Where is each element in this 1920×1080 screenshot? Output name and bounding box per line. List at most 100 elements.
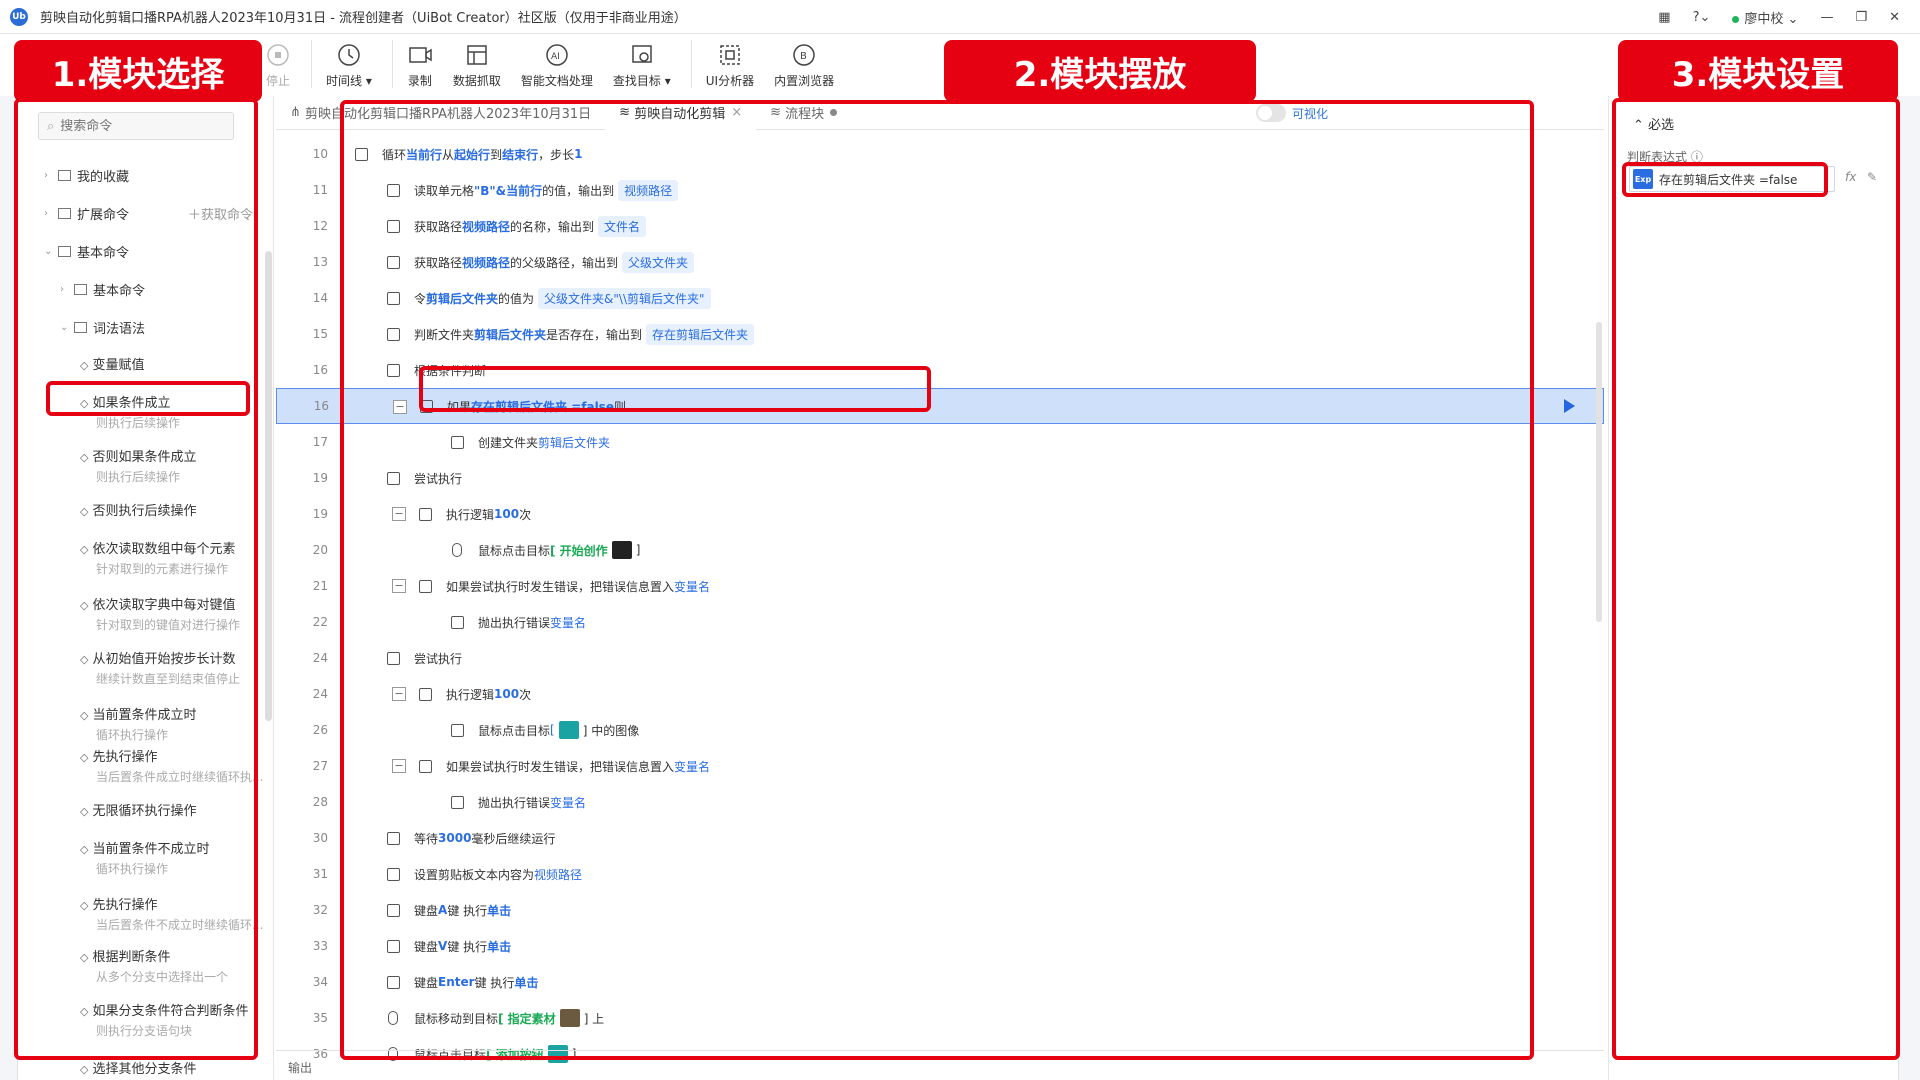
command-item[interactable]: ◇ 如果条件成立 [80, 392, 170, 411]
close-icon[interactable]: ✕ [1889, 10, 1900, 25]
tree-syntax[interactable]: ⌄ 词法语法 [60, 318, 145, 337]
line-number: 13 [312, 255, 328, 269]
flow-row[interactable]: 15 判断文件夹 剪辑后文件夹 是否存在，输出到 存在剪辑后文件夹 [276, 316, 1604, 352]
flow-row-selected[interactable]: 16 如果 存在剪辑后文件夹 =false 则 − [276, 388, 1604, 424]
flow-row[interactable]: 21 如果尝试执行时发生错误，把错误信息置入 变量名 − [276, 568, 1604, 604]
editor-scrollbar[interactable] [1596, 322, 1602, 622]
flow-row[interactable]: 22 抛出执行错误 变量名 [276, 604, 1604, 640]
flow-row[interactable]: 30 等待 3000 毫秒后继续运行 [276, 820, 1604, 856]
restore-icon[interactable]: ❐ [1855, 10, 1867, 25]
ui-analyzer-icon [720, 45, 740, 65]
label-module-select: 1.模块选择 [14, 40, 262, 102]
command-item[interactable]: ◇ 如果分支条件符合判断条件 [80, 1000, 248, 1019]
run-row-icon[interactable] [1564, 399, 1575, 413]
tree-favorites[interactable]: › 我的收藏 [44, 166, 129, 185]
flow-row[interactable]: 16 根据条件判断 [276, 352, 1604, 388]
command-icon [384, 361, 402, 379]
tab-flow-block[interactable]: ≋ 剪映自动化剪辑 × [605, 95, 757, 130]
flow-row[interactable]: 32 键盘 A 键 执行 单击 [276, 892, 1604, 928]
command-item[interactable]: ◇ 先执行操作 [80, 894, 157, 913]
tab-project[interactable]: ⋔ 剪映自动化剪辑口播RPA机器人2023年10月31日 [276, 96, 605, 130]
flow-row[interactable]: 17 创建文件夹 剪辑后文件夹 [276, 424, 1604, 460]
flow-row[interactable]: 28 抛出执行错误 变量名 [276, 784, 1604, 820]
search-box[interactable]: ⌕ [38, 112, 234, 140]
flow-row[interactable]: 31 设置剪贴板文本内容为 视频路径 [276, 856, 1604, 892]
flow-row[interactable]: 33 键盘 V 键 执行 单击 [276, 928, 1604, 964]
flow-row[interactable]: 19 尝试执行 [276, 460, 1604, 496]
command-icon [384, 865, 402, 883]
command-item[interactable]: ◇ 选择其他分支条件 [80, 1058, 196, 1077]
material-thumb-icon [559, 1009, 580, 1027]
line-number: 20 [312, 543, 328, 557]
flow-row[interactable]: 12 获取路径 视频路径 的名称，输出到 文件名 [276, 208, 1604, 244]
built-in-browser-button[interactable]: B 内置浏览器 [774, 36, 834, 89]
get-command-button[interactable]: ＋ 获取命令 [188, 204, 253, 223]
visual-toggle[interactable]: 可视化 [1256, 104, 1328, 122]
minimize-icon[interactable]: — [1820, 10, 1833, 25]
command-item[interactable]: ◇ 否则执行后续操作 [80, 500, 196, 519]
flow-row[interactable]: 13 获取路径 视频路径 的父级路径，输出到 父级文件夹 [276, 244, 1604, 280]
search-input[interactable] [60, 118, 221, 134]
find-target-button[interactable]: 查找目标 ▾ [613, 36, 671, 89]
flow-row[interactable]: 10 循环 当前行 从 起始行 到 结束行 ，步长 1 [276, 136, 1604, 172]
line-number: 30 [312, 831, 328, 845]
flow-row[interactable]: 35 鼠标移动到目标 [ 指定素材 ] 上 [276, 1000, 1604, 1036]
tab-block[interactable]: ≋ 流程块 [756, 96, 851, 130]
fx-button[interactable]: fx [1845, 170, 1856, 184]
command-icon [384, 649, 402, 667]
edit-icon[interactable]: ✎ [1867, 170, 1877, 184]
flow-row[interactable]: 19 执行逻辑 100 次 − [276, 496, 1604, 532]
command-item[interactable]: ◇ 当前置条件不成立时 [80, 838, 209, 857]
unsaved-dot-icon [830, 109, 838, 116]
flow-row[interactable]: 27 如果尝试执行时发生错误，把错误信息置入 变量名 − [276, 748, 1604, 784]
command-item[interactable]: ◇ 从初始值开始按步长计数 [80, 648, 235, 667]
tree-basic[interactable]: ⌄ 基本命令 [44, 242, 129, 261]
collapse-icon[interactable]: − [392, 579, 406, 593]
timeline-button[interactable]: 时间线 ▾ [326, 36, 372, 89]
collapse-icon[interactable]: − [393, 400, 407, 414]
help-icon[interactable]: ?⌄ [1693, 10, 1711, 25]
collapse-icon[interactable]: − [392, 759, 406, 773]
tree-basic-sub[interactable]: › 基本命令 [60, 280, 145, 299]
left-scrollbar[interactable] [265, 251, 272, 721]
data-grab-button[interactable]: 数据抓取 [453, 36, 501, 89]
command-item[interactable]: ◇ 否则如果条件成立 [80, 446, 196, 465]
command-item[interactable]: ◇ 当前置条件成立时 [80, 704, 196, 723]
collapse-icon[interactable]: − [392, 687, 406, 701]
command-desc: 则执行分支语句块 [96, 1024, 193, 1038]
flow-row[interactable]: 24 尝试执行 [276, 640, 1604, 676]
flow-row[interactable]: 24 执行逻辑 100 次 − [276, 676, 1604, 712]
command-icon [417, 397, 435, 415]
flow-row[interactable]: 11 读取单元格 "B"&当前行 的值，输出到 视频路径 [276, 172, 1604, 208]
output-panel[interactable]: 输出 [276, 1050, 1604, 1080]
flow-row[interactable]: 34 键盘 Enter 键 执行 单击 [276, 964, 1604, 1000]
ui-analyzer-button[interactable]: UI分析器 [706, 36, 754, 89]
command-item[interactable]: ◇ 变量赋值 [80, 354, 144, 373]
section-required[interactable]: ⌃ 必选 [1633, 114, 1674, 133]
stop-button[interactable]: 停止 [265, 36, 291, 89]
diamond-icon: ◇ [80, 505, 89, 518]
command-item[interactable]: ◇ 依次读取数组中每个元素 [80, 538, 235, 557]
command-icon [384, 181, 402, 199]
flow-row[interactable]: 14 令 剪辑后文件夹 的值为 父级文件夹&"\\剪辑后文件夹" [276, 280, 1604, 316]
layout-icon[interactable]: ▦ [1658, 10, 1670, 25]
field-label: 判断表达式 ⓘ [1627, 150, 1703, 164]
flow-icon: ⋔ [290, 105, 301, 120]
line-number: 26 [312, 723, 328, 737]
command-item[interactable]: ◇ 先执行操作 [80, 746, 157, 765]
line-number: 17 [312, 435, 328, 449]
expression-input[interactable]: Exp 存在剪辑后文件夹 =false [1629, 166, 1835, 192]
line-number: 22 [312, 615, 328, 629]
flow-row[interactable]: 26 鼠标点击目标 [ ] 中的图像 [276, 712, 1604, 748]
find-target-icon [632, 45, 652, 63]
command-item[interactable]: ◇ 依次读取字典中每对键值 [80, 594, 235, 613]
smart-doc-button[interactable]: AI 智能文档处理 [521, 36, 593, 89]
command-item[interactable]: ◇ 根据判断条件 [80, 946, 170, 965]
flow-row[interactable]: 20 鼠标点击目标 [ 开始创作 ] [276, 532, 1604, 568]
tree-extension[interactable]: › 扩展命令 [44, 204, 129, 223]
record-button[interactable]: 录制 [407, 36, 433, 89]
user-menu[interactable]: 廖中校 ⌄ [1732, 8, 1798, 27]
layers-icon: ≋ [770, 105, 782, 120]
collapse-icon[interactable]: − [392, 507, 406, 521]
command-item[interactable]: ◇ 无限循环执行操作 [80, 800, 196, 819]
